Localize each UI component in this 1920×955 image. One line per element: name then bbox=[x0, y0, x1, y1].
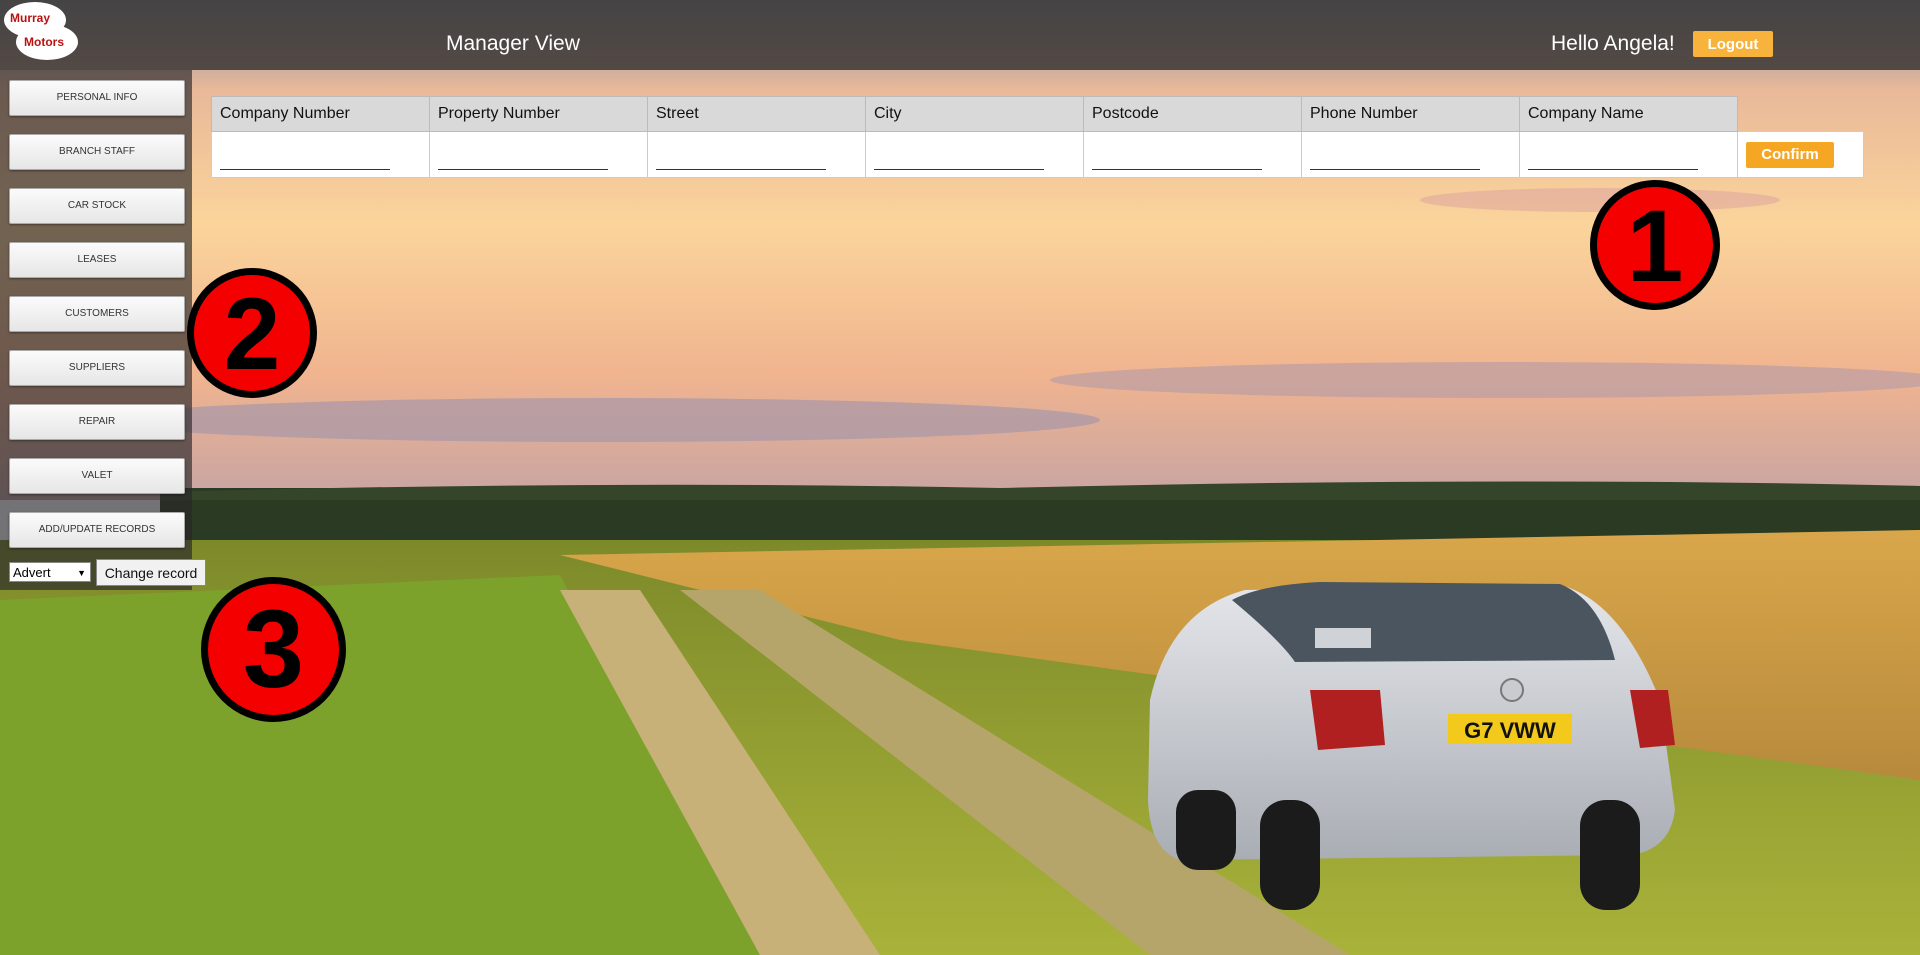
sidebar-item-personal-info[interactable]: PERSONAL INFO bbox=[9, 80, 185, 116]
postcode-input[interactable] bbox=[1092, 149, 1262, 170]
city-input[interactable] bbox=[874, 149, 1044, 170]
sidebar-item-suppliers[interactable]: SUPPLIERS bbox=[9, 350, 185, 386]
sidebar-item-repair[interactable]: REPAIR bbox=[9, 404, 185, 440]
company-number-cell bbox=[211, 131, 430, 178]
column-header-property-number: Property Number bbox=[429, 96, 648, 132]
top-bar: Murray Motors Manager View Hello Angela!… bbox=[0, 0, 1920, 70]
confirm-cell: Confirm bbox=[1737, 131, 1864, 178]
phone-number-input[interactable] bbox=[1310, 149, 1480, 170]
record-type-value: Advert bbox=[13, 565, 51, 580]
column-header-street: Street bbox=[647, 96, 866, 132]
column-header-postcode: Postcode bbox=[1083, 96, 1302, 132]
company-name-cell bbox=[1519, 131, 1738, 178]
logo-text-line1: Murray bbox=[10, 11, 51, 25]
property-number-input[interactable] bbox=[438, 149, 608, 170]
company-number-input[interactable] bbox=[220, 149, 390, 170]
marker-2: 2 bbox=[187, 268, 317, 398]
column-header-company-number: Company Number bbox=[211, 96, 430, 132]
marker-1: 1 bbox=[1590, 180, 1720, 310]
sidebar: PERSONAL INFO BRANCH STAFF CAR STOCK LEA… bbox=[0, 70, 192, 590]
column-header-phone-number: Phone Number bbox=[1301, 96, 1520, 132]
street-input[interactable] bbox=[656, 149, 826, 170]
property-number-cell bbox=[429, 131, 648, 178]
table-header-row: Company Number Property Number Street Ci… bbox=[211, 96, 1864, 132]
record-form-table: Company Number Property Number Street Ci… bbox=[211, 96, 1864, 178]
sidebar-item-branch-staff[interactable]: BRANCH STAFF bbox=[9, 134, 185, 170]
greeting: Hello Angela! bbox=[1551, 32, 1675, 55]
phone-number-cell bbox=[1301, 131, 1520, 178]
column-header-city: City bbox=[865, 96, 1084, 132]
logo-text-line2: Motors bbox=[24, 35, 64, 49]
sidebar-item-car-stock[interactable]: CAR STOCK bbox=[9, 188, 185, 224]
column-header-company-name: Company Name bbox=[1519, 96, 1738, 132]
company-name-input[interactable] bbox=[1528, 149, 1698, 170]
sidebar-item-customers[interactable]: CUSTOMERS bbox=[9, 296, 185, 332]
change-record-button[interactable]: Change record bbox=[96, 559, 206, 586]
logout-button[interactable]: Logout bbox=[1693, 31, 1773, 57]
logo: Murray Motors bbox=[4, 2, 78, 62]
sidebar-item-leases[interactable]: LEASES bbox=[9, 242, 185, 278]
city-cell bbox=[865, 131, 1084, 178]
license-plate: G7 VWW bbox=[1464, 718, 1556, 743]
record-type-select[interactable]: Advert ▼ bbox=[9, 562, 91, 582]
marker-3: 3 bbox=[201, 577, 346, 722]
page-title: Manager View bbox=[446, 32, 580, 55]
postcode-cell bbox=[1083, 131, 1302, 178]
sidebar-item-add-update-records[interactable]: ADD/UPDATE RECORDS bbox=[9, 512, 185, 548]
dropdown-arrow-icon: ▼ bbox=[77, 568, 86, 578]
street-cell bbox=[647, 131, 866, 178]
table-row: Confirm bbox=[211, 131, 1864, 178]
confirm-button[interactable]: Confirm bbox=[1746, 141, 1834, 168]
sidebar-item-valet[interactable]: VALET bbox=[9, 458, 185, 494]
